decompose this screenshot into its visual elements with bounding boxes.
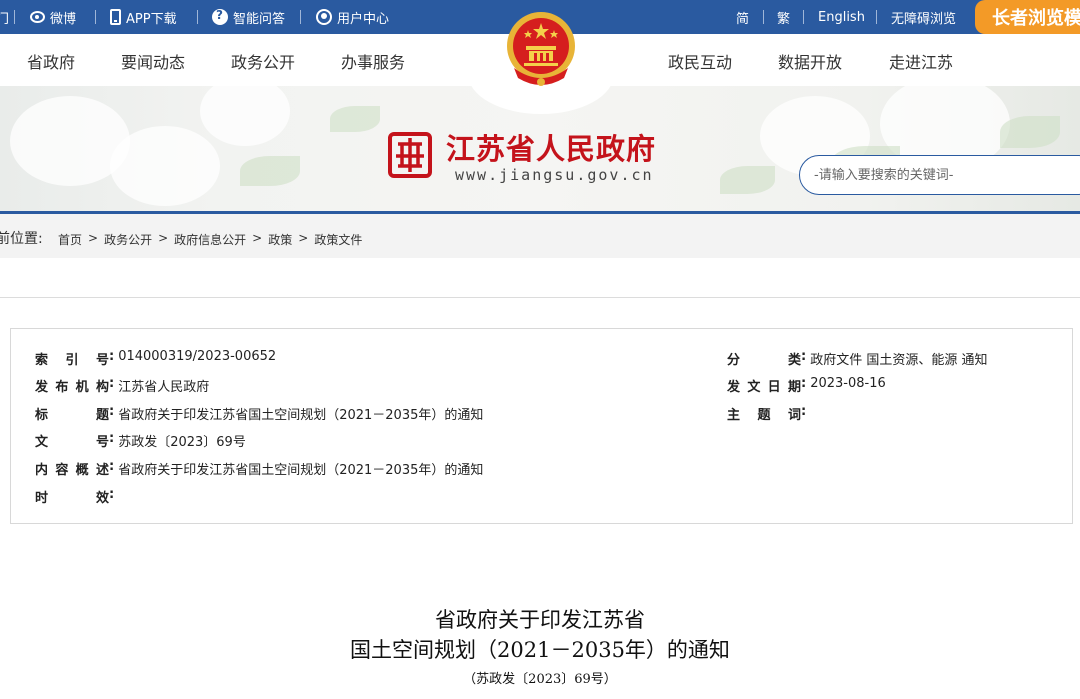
traditional-label: 繁 [777, 11, 791, 27]
breadcrumb: 首页 > 政务公开 > 政府信息公开 > 政策 > 政策文件 [58, 231, 362, 248]
weibo-label: 微博 [50, 11, 77, 27]
site-domain: www.jiangsu.gov.cn [455, 166, 654, 184]
elder-mode-button[interactable]: 长者浏览模 [975, 0, 1080, 34]
flower-decoration [200, 86, 290, 146]
info-row-validity: 时效: [35, 487, 115, 506]
info-row-org: 发布机构: 江苏省人民政府 [35, 376, 210, 395]
breadcrumb-item-home[interactable]: 首页 [58, 231, 82, 248]
user-center-label: 用户中心 [337, 11, 390, 27]
nav-item-province-gov[interactable]: 省政府 [27, 49, 75, 73]
traditional-chinese-link[interactable]: 繁 [777, 0, 790, 34]
topbar-divider [300, 10, 301, 24]
info-row-index: 索引号:014000319/2023-00652 [35, 349, 277, 368]
jiangsu-logo-icon [388, 132, 432, 178]
english-link[interactable]: English [818, 0, 865, 34]
breadcrumb-separator: > [252, 231, 263, 245]
user-icon [316, 9, 332, 25]
accessible-browse-link[interactable]: 无障碍浏览 [891, 0, 956, 34]
subject-label: 主题词 [727, 408, 801, 423]
index-value: 014000319/2023-00652 [118, 349, 277, 364]
title-label: 标题 [35, 408, 109, 423]
breadcrumb-label: 前位置: [0, 231, 43, 247]
breadcrumb-separator: > [88, 231, 99, 245]
accessible-browse-label: 无障碍浏览 [891, 11, 957, 27]
app-download-link[interactable]: APP下载 [110, 0, 177, 34]
nav-item-gov-affairs[interactable]: 政务公开 [231, 49, 295, 73]
validity-label: 时效 [35, 491, 109, 506]
leaf-decoration [240, 156, 300, 186]
document-info-panel: 索引号:014000319/2023-00652 发布机构: 江苏省人民政府 标题… [10, 328, 1073, 524]
search-box [799, 155, 1080, 195]
category-label: 分类 [727, 353, 801, 368]
leaf-decoration [1000, 116, 1060, 148]
date-label: 发文日期 [727, 380, 801, 395]
date-value: 2023-08-16 [810, 376, 886, 391]
nav-item-news[interactable]: 要闻动态 [121, 49, 185, 73]
smart-qa-link[interactable]: 智能问答 [212, 0, 285, 34]
flower-decoration [110, 126, 220, 206]
leaf-decoration [330, 106, 380, 132]
info-row-docno: 文号: 苏政发〔2023〕69号 [35, 431, 246, 450]
breadcrumb-item-info-public[interactable]: 政府信息公开 [174, 231, 246, 248]
topbar-divider [876, 10, 877, 24]
simplified-chinese-link[interactable]: 简 [736, 0, 749, 34]
topbar-divider [763, 10, 764, 24]
info-row-subject: 主题词: [727, 404, 807, 423]
docno-label: 文号 [35, 435, 109, 450]
document-number: （苏政发〔2023〕69号） [463, 672, 617, 687]
nav-item-interaction[interactable]: 政民互动 [668, 49, 732, 73]
breadcrumb-item-policy-docs[interactable]: 政策文件 [314, 231, 362, 248]
topbar-divider [197, 10, 198, 24]
title-value: 省政府关于印发江苏省国土空间规划（2021－2035年）的通知 [118, 408, 484, 423]
divider [0, 297, 1080, 298]
phone-icon [110, 9, 121, 25]
weibo-link[interactable]: 微博 [30, 0, 76, 34]
smart-qa-label: 智能问答 [233, 11, 286, 27]
document-title-line1: 省政府关于印发江苏省 [435, 608, 645, 632]
summary-value: 省政府关于印发江苏省国土空间规划（2021－2035年）的通知 [118, 463, 484, 478]
info-row-category: 分类: 政府文件 国土资源、能源 通知 [727, 349, 988, 368]
nav-item-open-data[interactable]: 数据开放 [778, 49, 842, 73]
site-title[interactable]: 江苏省人民政府 [446, 126, 656, 168]
english-label: English [818, 9, 865, 25]
category-value: 政府文件 国土资源、能源 通知 [810, 353, 988, 368]
nav-item-services[interactable]: 办事服务 [341, 49, 405, 73]
breadcrumb-item-policy[interactable]: 政策 [268, 231, 292, 248]
chat-question-icon [212, 8, 228, 25]
topbar-cut-label: 门 [0, 11, 10, 27]
document-title-line2: 国土空间规划（2021－2035年）的通知 [350, 638, 730, 662]
breadcrumb-separator: > [158, 231, 169, 245]
index-label: 索引号 [35, 353, 109, 368]
breadcrumb-separator: > [298, 231, 309, 245]
org-label: 发布机构 [35, 380, 109, 395]
info-row-title: 标题: 省政府关于印发江苏省国土空间规划（2021－2035年）的通知 [35, 404, 484, 423]
breadcrumb-bar: 前位置: 首页 > 政务公开 > 政府信息公开 > 政策 > 政策文件 [0, 214, 1080, 258]
summary-label: 内容概述 [35, 463, 109, 478]
docno-value: 苏政发〔2023〕69号 [118, 435, 246, 450]
simplified-label: 简 [736, 11, 750, 27]
org-value: 江苏省人民政府 [118, 380, 210, 395]
topbar-cut-item[interactable]: 门 [0, 0, 9, 34]
leaf-decoration [720, 166, 775, 194]
search-input[interactable] [800, 156, 1070, 194]
user-center-link[interactable]: 用户中心 [316, 0, 389, 34]
info-row-summary: 内容概述: 省政府关于印发江苏省国土空间规划（2021－2035年）的通知 [35, 459, 484, 478]
app-download-label: APP下载 [126, 11, 177, 27]
breadcrumb-item-gov-affairs[interactable]: 政务公开 [104, 231, 152, 248]
nav-item-about-jiangsu[interactable]: 走进江苏 [889, 49, 953, 73]
topbar-divider [803, 10, 804, 24]
topbar-divider [95, 10, 96, 24]
weibo-icon [30, 11, 45, 23]
info-row-date: 发文日期:2023-08-16 [727, 376, 886, 395]
elder-mode-label: 长者浏览模 [992, 8, 1080, 29]
national-emblem-icon [507, 12, 575, 86]
topbar-divider [14, 10, 15, 24]
